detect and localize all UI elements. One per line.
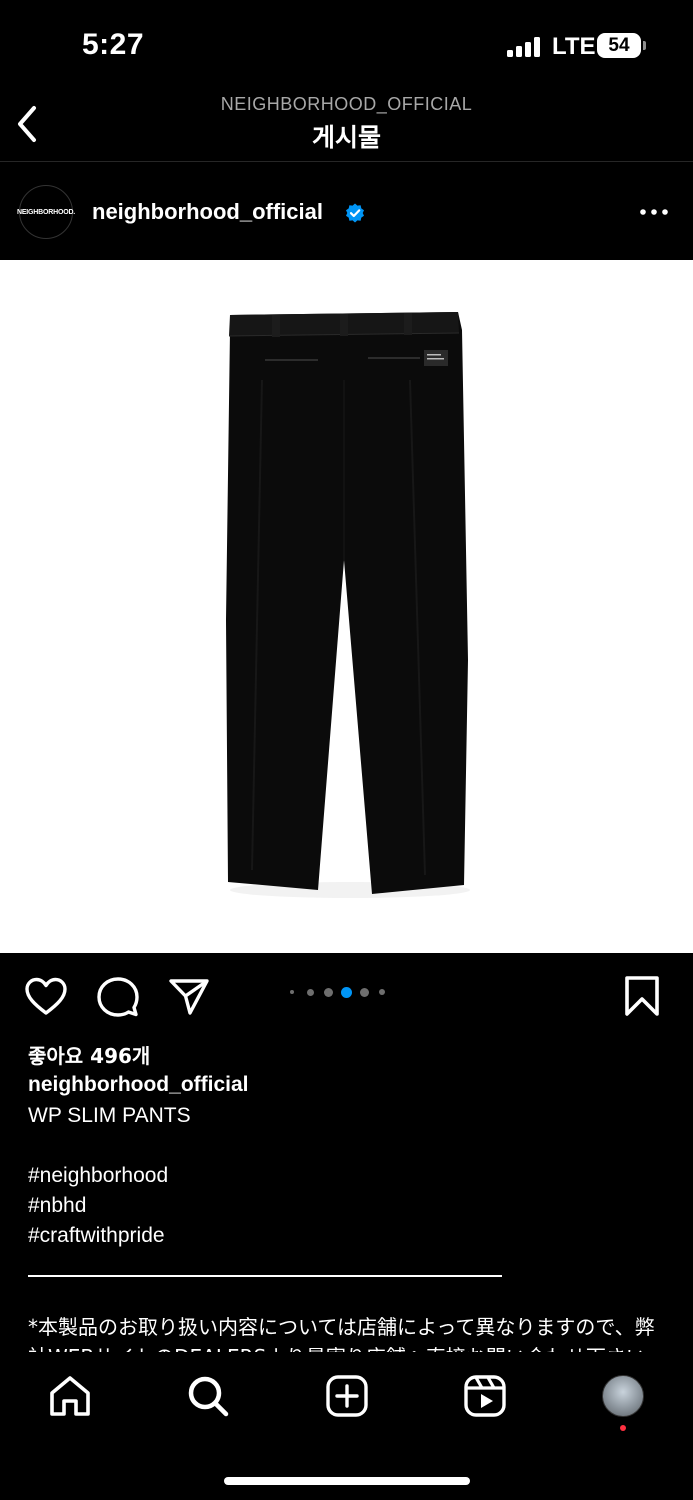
header-divider	[0, 161, 693, 162]
battery-icon: 54	[597, 33, 641, 58]
plus-square-icon[interactable]	[325, 1374, 369, 1418]
carousel-dot	[360, 987, 369, 997]
like-count[interactable]: 좋아요 496개	[28, 1040, 150, 1069]
post-image[interactable]	[0, 260, 693, 953]
search-icon[interactable]	[186, 1374, 230, 1418]
reels-icon[interactable]	[463, 1374, 507, 1418]
bookmark-icon[interactable]	[622, 975, 662, 1017]
carousel-dot	[379, 989, 385, 995]
status-time: 5:27	[82, 28, 145, 61]
home-icon[interactable]	[48, 1374, 92, 1418]
network-label: LTE	[552, 33, 596, 60]
notification-dot	[620, 1425, 626, 1431]
verified-badge-icon	[346, 203, 364, 223]
caption-title: WP SLIM PANTS	[28, 1104, 191, 1127]
caption-notice: *本製品のお取り扱い内容については店舗によって異なりますので、弊社WEBサイトの…	[28, 1315, 666, 1352]
more-horizontal-icon[interactable]	[638, 202, 670, 222]
home-indicator[interactable]	[224, 1477, 470, 1485]
heart-icon[interactable]	[24, 976, 68, 1018]
hashtag-link[interactable]: #neighborhood	[28, 1164, 168, 1188]
post-username[interactable]: neighborhood_official	[92, 199, 323, 225]
signal-icon	[507, 37, 543, 57]
carousel-dot	[290, 990, 294, 994]
hashtag-link[interactable]: #nbhd	[28, 1194, 86, 1218]
carousel-dot	[307, 988, 314, 996]
carousel-dot	[324, 987, 333, 997]
header-account-name: NEIGHBORHOOD_OFFICIAL	[220, 94, 473, 114]
comment-icon[interactable]	[97, 976, 139, 1018]
avatar-logo-text: NEIGHBORHOOD.	[16, 208, 76, 216]
caption-username[interactable]: neighborhood_official	[28, 1073, 249, 1097]
carousel-dot-active	[341, 987, 352, 998]
send-icon[interactable]	[168, 976, 210, 1018]
battery-cap	[643, 41, 646, 50]
page-title: 게시물	[311, 123, 381, 152]
pants-photo	[226, 312, 470, 898]
hashtag-link[interactable]: #craftwithpride	[28, 1224, 165, 1248]
avatar[interactable]: NEIGHBORHOOD.	[16, 185, 76, 239]
profile-avatar-icon[interactable]	[602, 1375, 644, 1417]
caption-divider	[28, 1275, 502, 1277]
